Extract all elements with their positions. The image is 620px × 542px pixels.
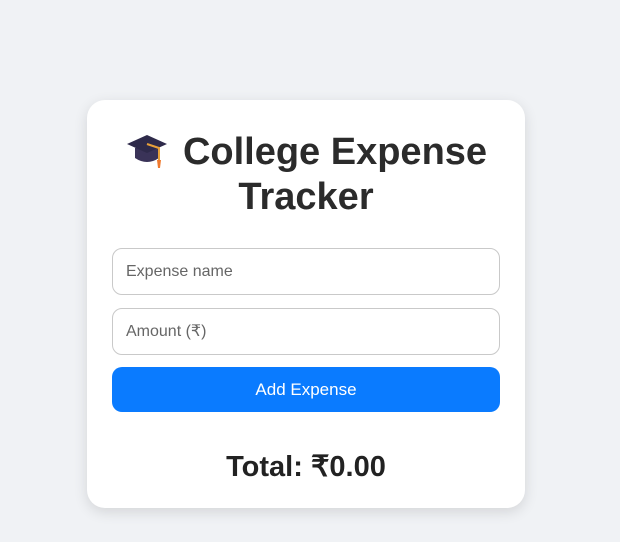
expense-list (112, 412, 500, 450)
total-amount: Total: ₹0.00 (226, 451, 386, 483)
expense-name-input[interactable] (112, 248, 500, 295)
add-expense-button[interactable]: Add Expense (112, 367, 500, 412)
graduation-cap-icon (126, 135, 167, 168)
expense-tracker-card: College Expense Tracker Add Expense Tota… (87, 100, 525, 508)
page-title: College Expense Tracker (112, 130, 500, 220)
title-text: College Expense Tracker (182, 131, 488, 218)
amount-input[interactable] (112, 308, 500, 355)
